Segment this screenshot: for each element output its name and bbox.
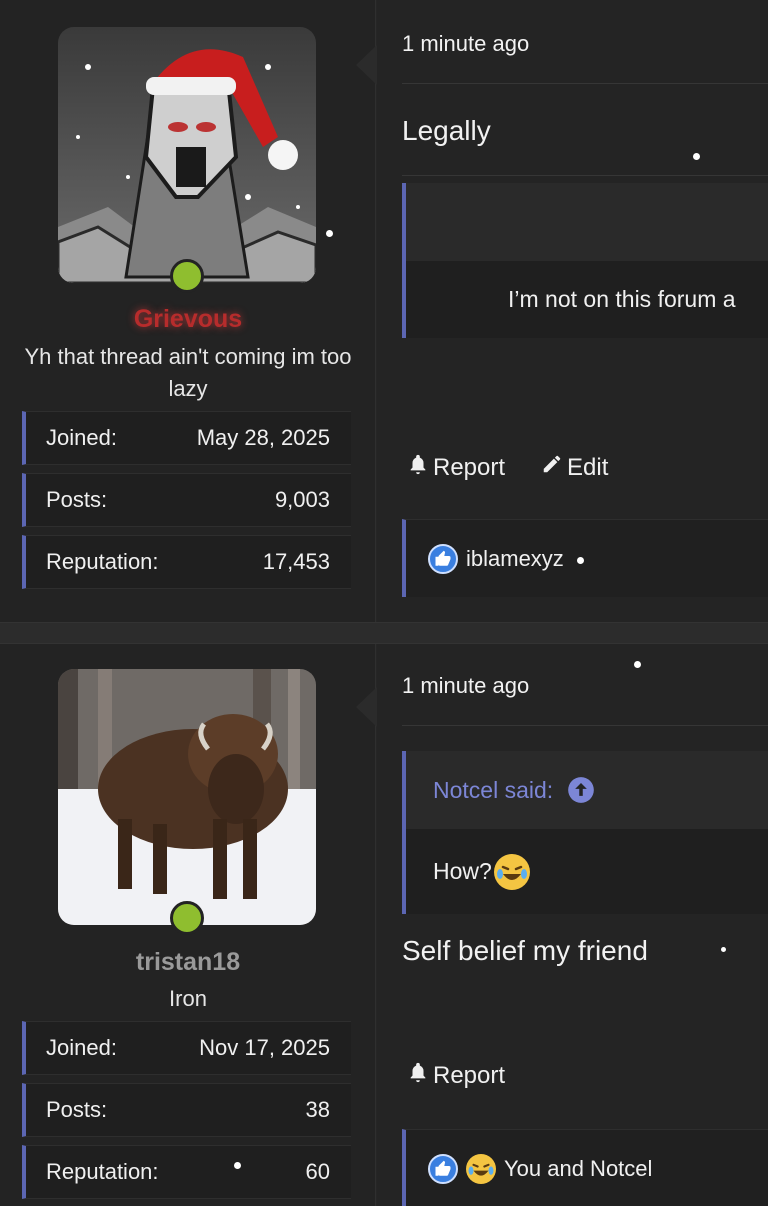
post-actions: Report: [407, 1061, 505, 1090]
quote-content: I’m not on this forum a: [406, 261, 768, 338]
post-actions: Report Edit: [407, 453, 608, 482]
stat-label: Joined:: [46, 425, 117, 450]
stat-joined: Joined: Nov 17, 2025: [22, 1021, 351, 1075]
stat-posts: Posts: 9,003: [22, 473, 351, 527]
bell-icon: [407, 1061, 429, 1090]
divider: [402, 725, 768, 726]
arrow-up-circle-icon[interactable]: [567, 776, 595, 804]
stat-value: 60: [305, 1159, 330, 1184]
avatar[interactable]: [58, 27, 316, 283]
stat-label: Reputation:: [46, 549, 159, 574]
thumbs-up-icon: [428, 543, 458, 574]
post-separator: [0, 622, 768, 644]
username[interactable]: Grievous: [0, 305, 376, 334]
user-title: Yh that thread ain't coming im too lazy: [24, 344, 352, 401]
pencil-icon: [541, 453, 563, 482]
stat-value: 38: [305, 1097, 330, 1122]
stat-value: Nov 17, 2025: [199, 1035, 330, 1060]
stat-label: Posts:: [46, 487, 108, 512]
quote-block: I’m not on this forum a: [402, 183, 768, 338]
stat-reputation: Reputation: 17,453: [22, 535, 351, 589]
stat-posts: Posts: 38: [22, 1083, 351, 1137]
laughing-emoji-icon: [493, 853, 530, 890]
user-panel: Grievous Yh that thread ain't coming im …: [0, 0, 376, 622]
quote-header[interactable]: Notcel said:: [406, 751, 768, 829]
edit-label: Edit: [567, 453, 609, 481]
post: Grievous Yh that thread ain't coming im …: [0, 0, 768, 622]
stat-value: 9,003: [274, 487, 330, 512]
online-status-indicator: [170, 901, 204, 935]
laughing-emoji-icon: [466, 1153, 496, 1184]
stat-reputation: Reputation: 60: [22, 1145, 351, 1199]
quote-header: [406, 183, 768, 261]
post-timestamp[interactable]: 1 minute ago: [402, 673, 529, 699]
post-timestamp[interactable]: 1 minute ago: [402, 31, 529, 57]
post-body: 1 minute ago Notcel said: How? Self beli…: [377, 644, 768, 1206]
reactions-bar[interactable]: iblamexyz: [402, 519, 768, 597]
edit-button[interactable]: Edit: [541, 453, 608, 482]
stat-label: Joined:: [46, 1035, 117, 1060]
post: tristan18 Iron Joined: Nov 17, 2025 Post…: [0, 644, 768, 1206]
divider: [402, 175, 768, 176]
thumbs-up-icon: [428, 1153, 458, 1184]
divider: [402, 83, 768, 84]
report-button[interactable]: Report: [407, 1061, 505, 1090]
quote-text: How?: [433, 858, 492, 884]
snowflake-decoration: [634, 661, 641, 668]
stat-value: 17,453: [262, 549, 330, 574]
reactions-users[interactable]: iblamexyz: [466, 546, 564, 572]
bell-icon: [407, 453, 429, 482]
quote-author[interactable]: Notcel said:: [433, 777, 553, 804]
quote-text: I’m not on this forum a: [508, 286, 736, 312]
stat-label: Posts:: [46, 1097, 108, 1122]
snowflake-decoration: [693, 153, 700, 160]
reactions-users[interactable]: You and Notcel: [504, 1156, 652, 1182]
snowflake-decoration: [326, 230, 333, 237]
avatar[interactable]: [58, 669, 316, 925]
post-message: Self belief my friend: [402, 935, 648, 966]
user-title: Iron: [169, 986, 207, 1011]
username[interactable]: tristan18: [0, 948, 376, 977]
post-message: Legally: [402, 115, 491, 146]
post-body: 1 minute ago Legally I’m not on this for…: [377, 0, 768, 622]
stat-label: Reputation:: [46, 1159, 159, 1184]
post-pointer: [356, 45, 377, 85]
report-button[interactable]: Report: [407, 453, 505, 482]
quote-content: How?: [406, 829, 768, 914]
report-label: Report: [433, 453, 506, 481]
post-pointer: [356, 687, 377, 727]
quote-block: Notcel said: How?: [402, 751, 768, 914]
stat-value: May 28, 2025: [196, 425, 330, 450]
stat-joined: Joined: May 28, 2025: [22, 411, 351, 465]
online-status-indicator: [170, 259, 204, 293]
snowflake-decoration: [721, 947, 726, 952]
user-panel: tristan18 Iron Joined: Nov 17, 2025 Post…: [0, 644, 376, 1206]
snowflake-decoration: [577, 557, 584, 564]
snowflake-decoration: [234, 1162, 241, 1169]
reactions-bar[interactable]: You and Notcel: [402, 1129, 768, 1206]
report-label: Report: [433, 1061, 506, 1089]
